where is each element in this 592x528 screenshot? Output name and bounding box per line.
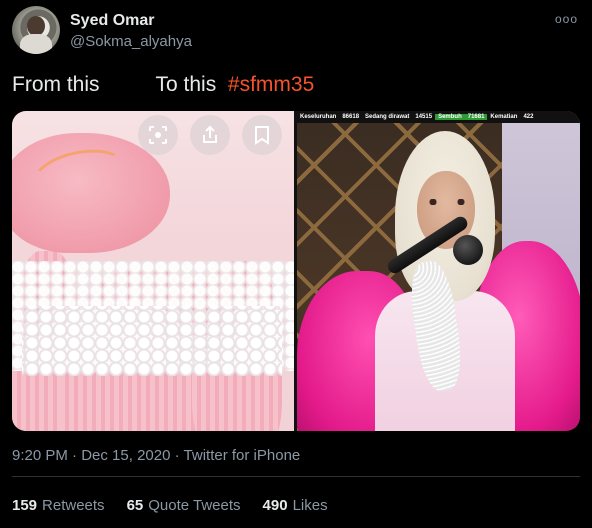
microphone-head <box>453 235 483 265</box>
news-ticker: Keseluruhan 86618 Sedang dirawat 14515 S… <box>297 111 580 123</box>
quote-tweets-stat[interactable]: 65 Quote Tweets <box>127 497 241 514</box>
retweets-stat[interactable]: 159 Retweets <box>12 497 105 514</box>
tweet-time[interactable]: 9:20 PM <box>12 447 68 464</box>
hashtag-link[interactable]: #sfmm35 <box>228 73 314 96</box>
quote-count: 65 <box>126 497 144 514</box>
ticker-total: 86618 <box>342 114 360 120</box>
ticker-treated: 14515 <box>415 114 433 120</box>
lens-icon <box>149 126 167 144</box>
cotton-tips <box>22 306 282 376</box>
share-button[interactable] <box>190 115 230 155</box>
media-image-cotton-buds[interactable] <box>12 111 294 431</box>
ticker-label-treated: Sedang dirawat <box>365 114 410 120</box>
ticker-label-recovered: Sembuh <box>435 114 465 120</box>
avatar-body <box>20 34 52 54</box>
ticker-recovered: 71681 <box>464 114 488 120</box>
media-image-singer[interactable]: Keseluruhan 86618 Sedang dirawat 14515 S… <box>297 111 580 431</box>
avatar[interactable] <box>12 6 60 54</box>
retweets-label: Retweets <box>42 497 105 514</box>
likes-label: Likes <box>292 497 328 514</box>
meta-separator: · <box>174 447 180 464</box>
meta-separator: · <box>72 447 78 464</box>
avatar-head <box>27 16 45 36</box>
tweet-meta: 9:20 PM · Dec 15, 2020 · Twitter for iPh… <box>12 447 300 464</box>
tweet-text-part1: From this <box>12 73 100 96</box>
tweet-stats: 159 Retweets 65 Quote Tweets 490 Likes <box>12 497 328 514</box>
tweet-text-part2: To this <box>155 73 217 96</box>
tweet-source[interactable]: Twitter for iPhone <box>184 447 301 464</box>
more-options-icon[interactable]: ooo <box>555 12 578 26</box>
likes-stat[interactable]: 490 Likes <box>263 497 328 514</box>
ticker-label-total: Keseluruhan <box>300 114 337 120</box>
bookmark-button[interactable] <box>242 115 282 155</box>
author-name[interactable]: Syed Omar <box>70 12 154 30</box>
ticker-label-deaths: Kematian <box>490 114 518 120</box>
author-handle[interactable]: @Sokma_alyahya <box>70 33 192 50</box>
quote-label: Quote Tweets <box>148 497 241 514</box>
tweet-date[interactable]: Dec 15, 2020 <box>81 447 170 464</box>
lens-search-button[interactable] <box>138 115 178 155</box>
divider <box>12 476 580 477</box>
media-container: Keseluruhan 86618 Sedang dirawat 14515 S… <box>12 111 580 431</box>
retweets-count: 159 <box>12 497 38 514</box>
eyes <box>425 199 469 205</box>
ticker-deaths: 422 <box>523 114 534 120</box>
tweet-text: From this To this #sfmm35 <box>12 73 314 97</box>
likes-count: 490 <box>262 497 288 514</box>
share-icon <box>203 125 217 143</box>
bookmark-icon <box>255 126 269 145</box>
